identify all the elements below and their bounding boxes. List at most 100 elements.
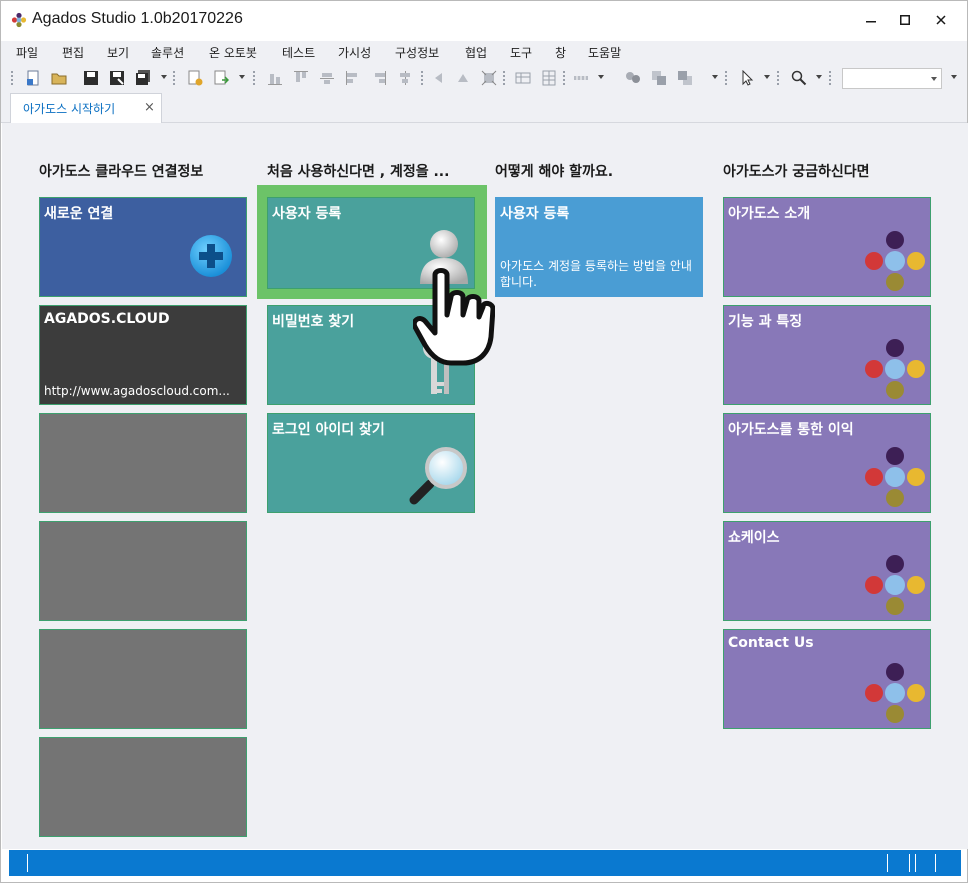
save-as-icon[interactable] bbox=[109, 70, 125, 86]
agados-cloud-tile[interactable]: AGADOS.CLOUD http://www.agadoscloud.com.… bbox=[39, 305, 247, 405]
agados-logo-icon bbox=[865, 555, 925, 615]
menu-solution[interactable]: 솔루션 bbox=[151, 44, 184, 61]
toolbar-grip[interactable] bbox=[11, 71, 14, 85]
send-back-icon[interactable] bbox=[677, 70, 693, 86]
tab-agados-start[interactable]: 아가도스 시작하기 × bbox=[10, 93, 162, 124]
tile-label: 새로운 연결 bbox=[44, 206, 114, 222]
spacing-icon[interactable] bbox=[573, 70, 589, 86]
agados-intro-tile[interactable]: 아가도스 소개 bbox=[723, 197, 931, 297]
dropdown-arrow-icon[interactable] bbox=[764, 75, 770, 79]
pointer-icon[interactable] bbox=[739, 70, 755, 86]
zoom-combo[interactable] bbox=[842, 68, 942, 89]
align-top-icon[interactable] bbox=[293, 70, 309, 86]
status-bar bbox=[9, 850, 961, 876]
column-heading-about: 아가도스가 궁금하신다면 bbox=[723, 164, 870, 180]
document-tabstrip: 아가도스 시작하기 × bbox=[1, 93, 967, 124]
benefits-tile[interactable]: 아가도스를 통한 이익 bbox=[723, 413, 931, 513]
tile-url: http://www.agadoscloud.com... bbox=[44, 384, 230, 398]
empty-connection-tile[interactable] bbox=[39, 521, 247, 621]
column-heading-cloud: 아가도스 클라우드 연결정보 bbox=[39, 164, 204, 180]
dropdown-arrow-icon[interactable] bbox=[239, 75, 245, 79]
save-icon[interactable] bbox=[83, 70, 99, 86]
new-file-icon[interactable] bbox=[25, 70, 41, 86]
maximize-button[interactable] bbox=[887, 1, 923, 39]
toolbar-grip[interactable] bbox=[421, 71, 424, 85]
toolbar-grip[interactable] bbox=[253, 71, 256, 85]
contact-us-tile[interactable]: Contact Us bbox=[723, 629, 931, 729]
status-separator bbox=[27, 854, 28, 872]
menu-tools[interactable]: 도구 bbox=[510, 44, 532, 61]
tile-label: 기능 과 특징 bbox=[728, 314, 803, 330]
find-login-id-tile[interactable]: 로그인 아이디 찾기 bbox=[267, 413, 475, 513]
align-center-icon[interactable] bbox=[397, 70, 413, 86]
toolbar-grip[interactable] bbox=[725, 71, 728, 85]
menu-collaboration[interactable]: 협업 bbox=[465, 44, 487, 61]
export-icon[interactable] bbox=[213, 70, 229, 86]
menu-test[interactable]: 테스트 bbox=[282, 44, 315, 61]
menu-autobot[interactable]: 온 오토봇 bbox=[209, 44, 257, 61]
hand-cursor-icon bbox=[413, 268, 495, 366]
menu-window[interactable]: 창 bbox=[555, 44, 566, 61]
align-right-icon[interactable] bbox=[371, 70, 387, 86]
toolbar-grip[interactable] bbox=[503, 71, 506, 85]
how-to-register-tile[interactable]: 사용자 등록 아가도스 계정을 등록하는 방법을 안내합니다. bbox=[495, 197, 703, 297]
tile-label: Contact Us bbox=[728, 635, 814, 651]
menu-file[interactable]: 파일 bbox=[16, 44, 38, 61]
table-icon[interactable] bbox=[515, 70, 531, 86]
toolbar-overflow-icon[interactable] bbox=[951, 75, 957, 79]
new-connection-tile[interactable]: 새로운 연결 bbox=[39, 197, 247, 297]
minimize-icon bbox=[866, 21, 876, 23]
status-separator bbox=[887, 854, 888, 872]
minimize-button[interactable] bbox=[853, 1, 889, 39]
align-left-icon[interactable] bbox=[345, 70, 361, 86]
agados-logo-icon bbox=[865, 231, 925, 291]
menu-visibility[interactable]: 가시성 bbox=[338, 44, 371, 61]
toolbar-grip[interactable] bbox=[173, 71, 176, 85]
grid-icon[interactable] bbox=[541, 70, 557, 86]
showcase-tile[interactable]: 쇼케이스 bbox=[723, 521, 931, 621]
empty-connection-tile[interactable] bbox=[39, 629, 247, 729]
magnifier-icon bbox=[409, 447, 467, 505]
tile-label: 아가도스를 통한 이익 bbox=[728, 422, 854, 438]
column-heading-first-use: 처음 사용하신다면 , 계정을 ... bbox=[267, 164, 450, 180]
status-separator bbox=[909, 854, 910, 872]
agados-logo-icon bbox=[865, 339, 925, 399]
toolbar-grip[interactable] bbox=[829, 71, 832, 85]
toolbar-grip[interactable] bbox=[563, 71, 566, 85]
features-tile[interactable]: 기능 과 특징 bbox=[723, 305, 931, 405]
status-separator bbox=[935, 854, 936, 872]
close-button[interactable] bbox=[923, 1, 959, 39]
arrow-up-icon[interactable] bbox=[455, 70, 471, 86]
menu-bar: 파일 편집 보기 솔루션 온 오토봇 테스트 가시성 구성정보 협업 도구 창 … bbox=[1, 41, 967, 63]
fit-icon[interactable] bbox=[481, 70, 497, 86]
menu-help[interactable]: 도움말 bbox=[588, 44, 621, 61]
tab-label: 아가도스 시작하기 bbox=[23, 102, 116, 116]
menu-view[interactable]: 보기 bbox=[107, 44, 129, 61]
menu-edit[interactable]: 편집 bbox=[62, 44, 84, 61]
start-page: 아가도스 클라우드 연결정보 처음 사용하신다면 , 계정을 ... 어떻게 해… bbox=[2, 123, 968, 849]
dropdown-arrow-icon[interactable] bbox=[712, 75, 718, 79]
arrow-left-icon[interactable] bbox=[431, 70, 447, 86]
menu-configuration[interactable]: 구성정보 bbox=[395, 44, 439, 61]
open-folder-icon[interactable] bbox=[51, 70, 67, 86]
align-middle-icon[interactable] bbox=[319, 70, 335, 86]
align-bottom-icon[interactable] bbox=[267, 70, 283, 86]
save-all-icon[interactable] bbox=[135, 70, 151, 86]
zoom-icon[interactable] bbox=[791, 70, 807, 86]
add-item-icon[interactable] bbox=[187, 70, 203, 86]
dropdown-arrow-icon[interactable] bbox=[598, 75, 604, 79]
dropdown-arrow-icon[interactable] bbox=[161, 75, 167, 79]
empty-connection-tile[interactable] bbox=[39, 737, 247, 837]
agados-logo-icon bbox=[865, 447, 925, 507]
tab-close-icon[interactable]: × bbox=[144, 100, 155, 115]
window-title: Agados Studio 1.0b20170226 bbox=[32, 10, 243, 27]
group-icon[interactable] bbox=[625, 70, 641, 86]
bring-front-icon[interactable] bbox=[651, 70, 667, 86]
dropdown-arrow-icon[interactable] bbox=[816, 75, 822, 79]
add-icon bbox=[190, 235, 232, 277]
empty-connection-tile[interactable] bbox=[39, 413, 247, 513]
tile-label: 비밀번호 찾기 bbox=[272, 314, 355, 330]
maximize-icon bbox=[900, 15, 910, 25]
tile-description: 아가도스 계정을 등록하는 방법을 안내합니다. bbox=[500, 259, 692, 289]
toolbar-grip[interactable] bbox=[777, 71, 780, 85]
